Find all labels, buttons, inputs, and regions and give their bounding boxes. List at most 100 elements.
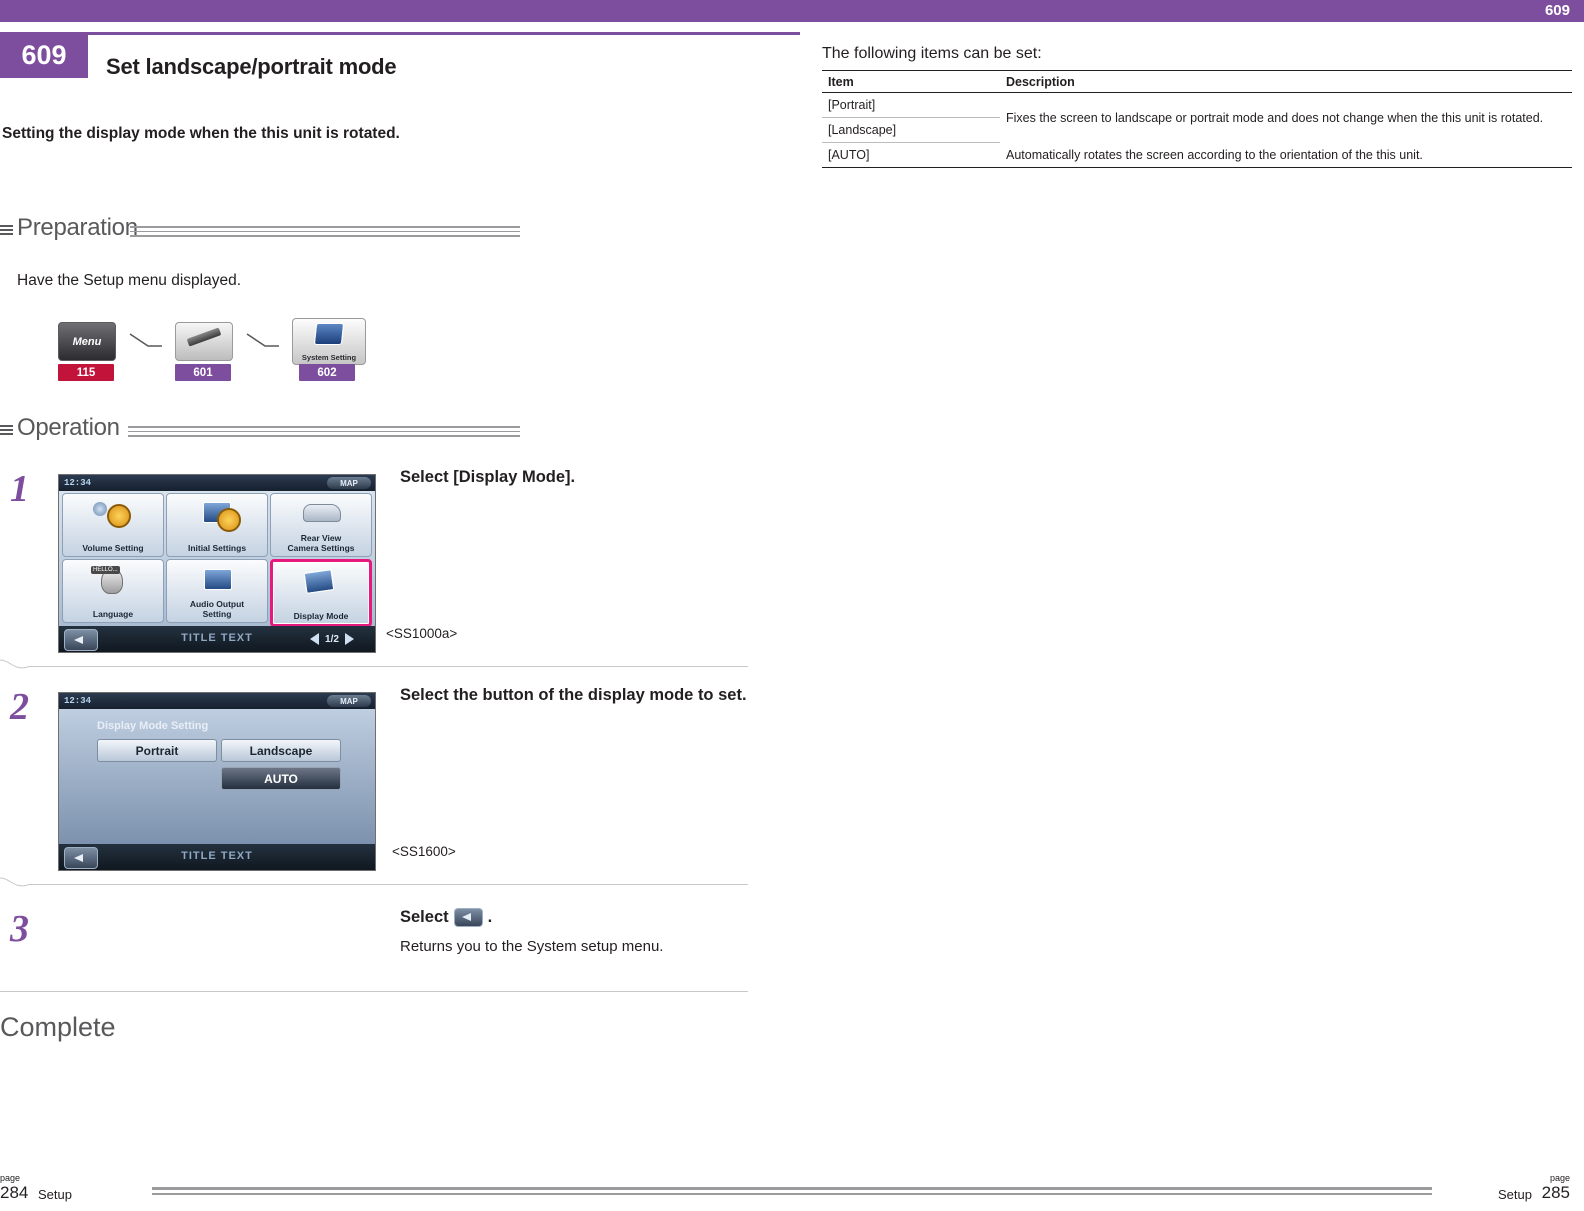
footer-right: Setup page 285 (792, 1167, 1584, 1211)
step-3-sub: Returns you to the System setup menu. (400, 938, 664, 955)
next-page-icon[interactable] (344, 633, 354, 645)
menu-cell-label: Display Mode (293, 610, 349, 621)
footer-left: page 284 Setup (0, 1167, 792, 1211)
device-status-bar: 12:34 MAP (59, 475, 375, 491)
footer-rule-left (152, 1187, 792, 1199)
display-mode-setting-title: Display Mode Setting (97, 720, 209, 732)
table-row: [AUTO] Automatically rotates the screen … (822, 142, 1572, 168)
auto-button[interactable]: AUTO (221, 767, 341, 790)
footer-page-number: 284 (0, 1183, 29, 1202)
left-page: 609 Set landscape/portrait mode Setting … (0, 22, 800, 1211)
table-cell-description: Automatically rotates the screen accordi… (1000, 142, 1572, 168)
menu-cell-language[interactable]: HELLO... Language (62, 559, 164, 623)
top-purple-bar: 609 (0, 0, 1584, 22)
device-status-bar-2: 12:34 MAP (59, 693, 375, 709)
settings-table: Item Description [Portrait] Fixes the sc… (822, 70, 1572, 168)
device-bottom-bar: TITLE TEXT 1/2 (59, 626, 375, 652)
device-clock: 12:34 (64, 478, 92, 488)
menu-cell-volume-setting[interactable]: Volume Setting (62, 493, 164, 557)
table-row: [Portrait] Fixes the screen to landscape… (822, 92, 1572, 125)
pen-icon (186, 327, 222, 347)
page-indicator[interactable]: 1/2 (295, 630, 369, 648)
preparation-label: Preparation (17, 214, 138, 241)
step-3-heading-text: Select (400, 908, 449, 926)
following-items-text: The following items can be set: (822, 45, 1042, 62)
table-cell-description: Fixes the screen to landscape or portrai… (1006, 110, 1544, 125)
section-glyph-icon (0, 225, 13, 236)
step-2-screen-label: <SS1600> (392, 844, 456, 859)
step-3-heading: Select . (400, 906, 750, 928)
device-title-text-2: TITLE TEXT (181, 850, 253, 862)
footer-page-word: page (0, 1173, 21, 1183)
footer-section-name-right: Setup (1498, 1187, 1532, 1202)
table-cell-item: [AUTO] (822, 142, 1000, 168)
menu-cell-label: Rear View Camera Settings (287, 533, 355, 553)
menu-icon: Menu (58, 322, 116, 361)
operation-section-header: Operation (0, 414, 525, 446)
table-header-row: Item Description (822, 70, 1572, 93)
ref-badge-115[interactable]: 115 (58, 364, 114, 381)
preparation-note: Have the Setup menu displayed. (17, 272, 242, 289)
preparation-rule (130, 226, 520, 237)
menu-cell-label: Volume Setting (82, 542, 144, 553)
menu-cell-display-mode[interactable]: Display Mode (270, 559, 372, 627)
table-header-item: Item (822, 70, 1000, 93)
tools-icon (175, 322, 233, 361)
page-title: Set landscape/portrait mode (106, 54, 397, 79)
operation-rule (128, 426, 520, 437)
step-1-screenshot: 12:34 MAP Volume Setting Initial Setting… (58, 474, 376, 653)
device-bottom-bar-2: TITLE TEXT (59, 844, 375, 870)
step-separator-2 (0, 877, 748, 891)
menu-cell-audio-output-setting[interactable]: Audio Output Setting (166, 559, 268, 623)
menu-cell-rear-view-camera-settings[interactable]: Rear View Camera Settings (270, 493, 372, 557)
table-header-description: Description (1000, 70, 1572, 93)
system-setting-icon-label: System Setting (301, 353, 357, 362)
operation-label: Operation (17, 414, 120, 441)
step-1-number: 1 (10, 468, 29, 510)
portrait-button[interactable]: Portrait (97, 739, 217, 762)
step-2-number: 2 (10, 686, 29, 728)
table-cell-item: [Landscape] (822, 117, 1000, 143)
step-1-screen-label: <SS1000a> (386, 626, 458, 641)
menu-cell-label: Audio Output Setting (189, 599, 245, 619)
footer-section-name: Setup (38, 1187, 72, 1202)
device-clock-2: 12:34 (64, 696, 92, 706)
step-2-heading: Select the button of the display mode to… (400, 686, 747, 704)
page-indicator-label: 1/2 (325, 633, 339, 645)
intro-text: Setting the display mode when the this u… (2, 125, 400, 142)
map-button[interactable]: MAP (327, 477, 371, 489)
menu-cell-initial-settings[interactable]: Initial Settings (166, 493, 268, 557)
footer-rule-right (792, 1187, 1432, 1199)
ref-badge-602[interactable]: 602 (299, 364, 355, 381)
prev-page-icon[interactable] (310, 633, 320, 645)
footer-page-word-right: page (1549, 1173, 1570, 1183)
system-setting-icon: System Setting (292, 318, 366, 365)
hello-tag: HELLO... (91, 566, 120, 574)
ref-badge-601[interactable]: 601 (175, 364, 231, 381)
setup-menu-grid: Volume Setting Initial Settings Rear Vie… (62, 493, 372, 627)
arrow-icon-2 (245, 330, 281, 354)
complete-label: Complete (0, 1012, 116, 1042)
menu-cell-label: Initial Settings (187, 542, 247, 553)
footer-page-number-right: 285 (1541, 1183, 1570, 1202)
system-setting-screen-glyph (313, 323, 345, 345)
volume-setting-icon (93, 500, 133, 528)
back-arrow-icon (453, 907, 483, 927)
step-3-number: 3 (10, 908, 29, 950)
initial-settings-icon (197, 500, 241, 532)
table-cell-item: [Portrait] (822, 92, 1000, 118)
section-glyph-icon-2 (0, 425, 13, 436)
map-button-2[interactable]: MAP (327, 695, 371, 707)
step-3-heading-tail: . (487, 908, 493, 926)
step-1-heading: Select [Display Mode]. (400, 468, 576, 486)
landscape-button[interactable]: Landscape (221, 739, 341, 762)
audio-output-icon (197, 566, 237, 594)
chapter-tab: 609 (0, 32, 88, 78)
title-rule (88, 32, 800, 35)
menu-cell-label: Language (92, 608, 134, 619)
language-icon: HELLO... (91, 566, 133, 594)
step-curve-icon-2 (0, 877, 30, 896)
step-2-screenshot: 12:34 MAP Display Mode Setting Portrait … (58, 692, 376, 871)
arrow-icon (128, 330, 164, 354)
display-mode-icon (301, 568, 341, 596)
